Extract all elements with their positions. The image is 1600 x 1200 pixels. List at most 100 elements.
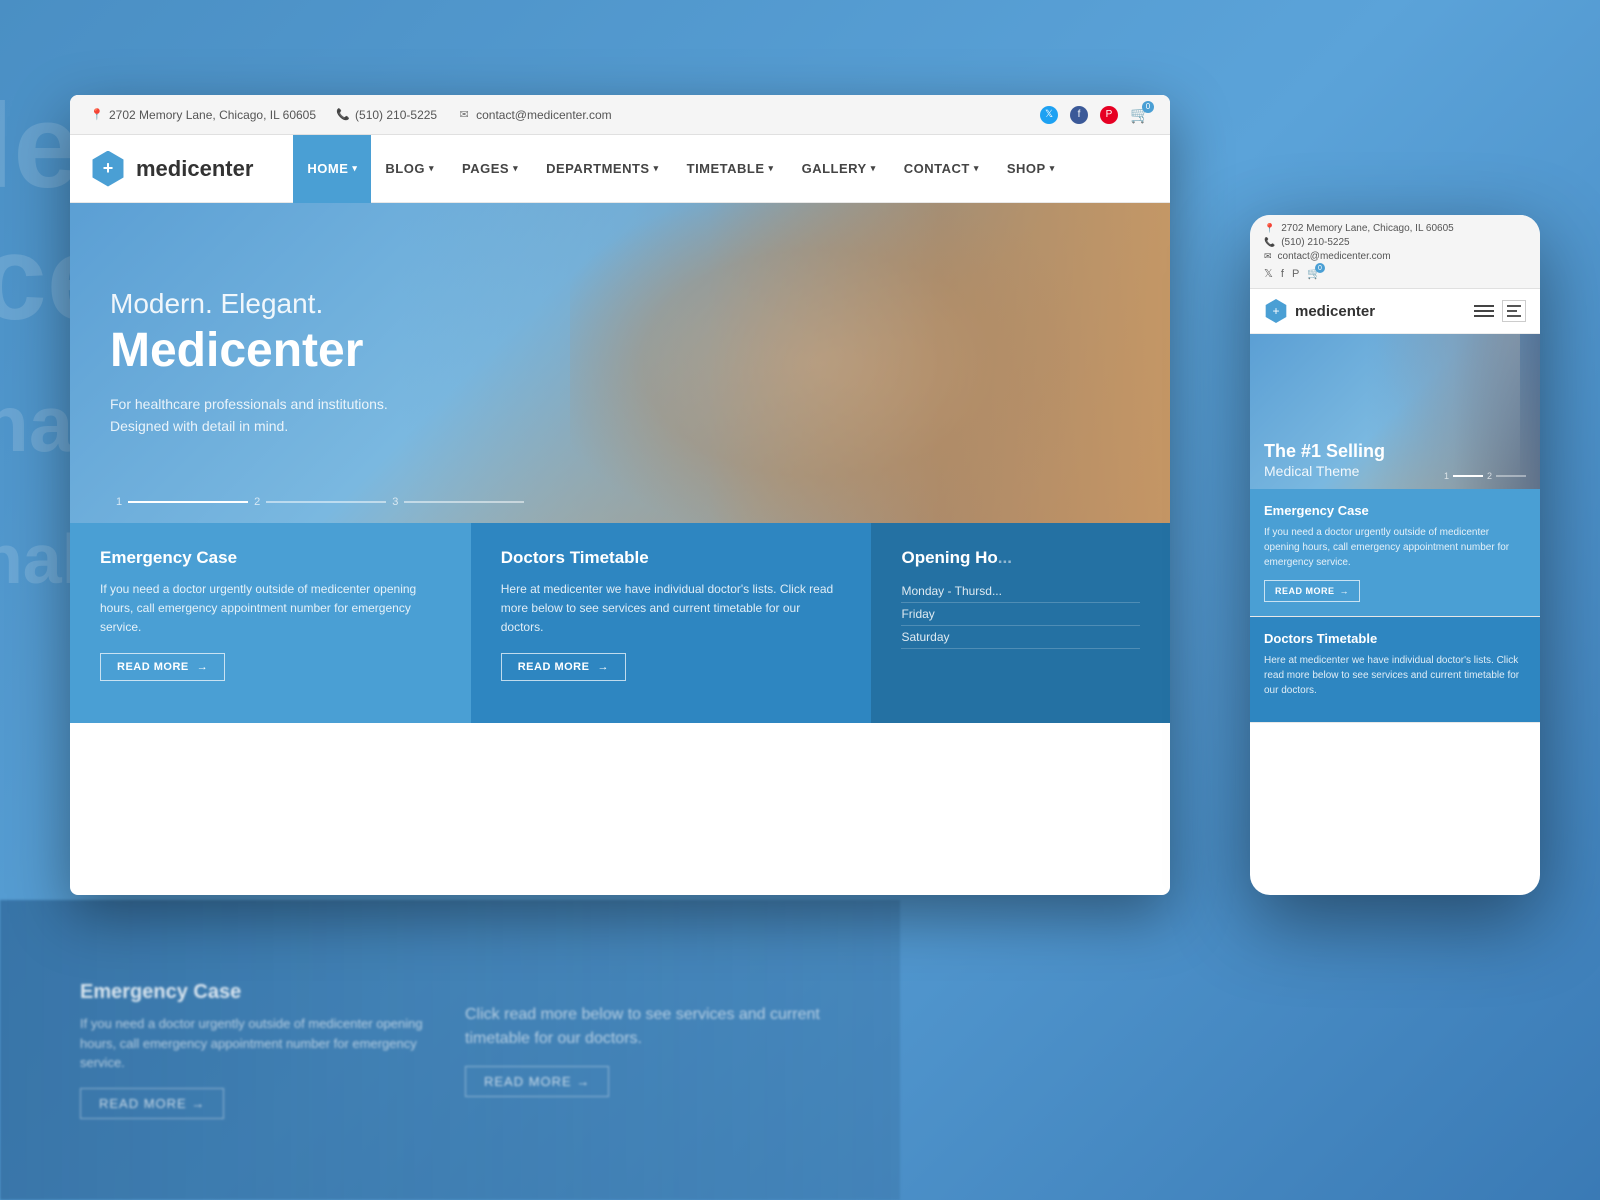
nav-arrow-blog: ▾ — [429, 163, 434, 174]
mobile-cart-icon[interactable]: 🛒 0 — [1307, 267, 1321, 280]
indicator-line-3 — [404, 501, 524, 503]
pinterest-icon[interactable]: P — [1100, 106, 1118, 124]
bg-card-1-title: Emergency Case — [80, 981, 435, 1004]
mobile-social-row: 𝕏 f P 🛒 0 — [1264, 267, 1526, 280]
nav-item-timetable[interactable]: TIMETABLE ▾ — [673, 135, 788, 203]
hamburger-line-3 — [1474, 315, 1494, 317]
mobile-hero-section: The #1 Selling Medical Theme 1 2 — [1250, 334, 1540, 489]
indicator-1: 1 — [110, 496, 128, 508]
nav-menu: HOME ▾ BLOG ▾ PAGES ▾ DEPARTMENTS ▾ TIME… — [293, 135, 1068, 203]
cart-icon[interactable]: 🛒 0 — [1130, 105, 1150, 125]
phone-item: 📞 (510) 210-5225 — [336, 108, 437, 122]
timetable-card: Doctors Timetable Here at medicenter we … — [471, 523, 872, 723]
navigation-bar: + medicenter HOME ▾ BLOG ▾ PAGES ▾ DEPAR… — [70, 135, 1170, 203]
nav-arrow-timetable: ▾ — [769, 163, 774, 174]
hero-section: Modern. Elegant. Medicenter For healthca… — [70, 203, 1170, 523]
filter-line-3 — [1507, 315, 1521, 317]
mobile-address-row: 📍 2702 Memory Lane, Chicago, IL 60605 — [1264, 223, 1526, 234]
hours-day-2: Friday — [901, 607, 934, 621]
m-indicator-num-2: 2 — [1487, 471, 1492, 481]
opening-hours-content: Monday - Thursd... Friday Saturday — [901, 580, 1140, 649]
filter-line-2 — [1507, 310, 1517, 312]
mobile-emergency-btn[interactable]: READ MORE → — [1264, 580, 1360, 602]
cards-section: Emergency Case If you need a doctor urge… — [70, 523, 1170, 723]
mobile-email: contact@medicenter.com — [1278, 251, 1391, 262]
nav-arrow-contact: ▾ — [974, 163, 979, 174]
nav-item-pages[interactable]: PAGES ▾ — [448, 135, 532, 203]
nav-item-gallery[interactable]: GALLERY ▾ — [788, 135, 890, 203]
bg-read-more-btn-2[interactable]: READ MORE → — [465, 1066, 609, 1097]
hours-day-3: Saturday — [901, 630, 949, 644]
nav-item-blog[interactable]: BLOG ▾ — [371, 135, 448, 203]
indicator-2: 2 — [248, 496, 266, 508]
mobile-timetable-title: Doctors Timetable — [1264, 631, 1526, 646]
twitter-icon[interactable]: 𝕏 — [1040, 106, 1058, 124]
mobile-twitter-icon[interactable]: 𝕏 — [1264, 267, 1273, 280]
address-text: 2702 Memory Lane, Chicago, IL 60605 — [109, 108, 316, 122]
desktop-browser-window: 📍 2702 Memory Lane, Chicago, IL 60605 📞 … — [70, 95, 1170, 895]
arrow-right-icon-2: → — [597, 661, 609, 673]
location-icon: 📍 — [90, 108, 104, 122]
nav-item-contact[interactable]: CONTACT ▾ — [890, 135, 993, 203]
hamburger-menu-button[interactable] — [1474, 305, 1494, 317]
nav-item-shop[interactable]: SHOP ▾ — [993, 135, 1069, 203]
emergency-card: Emergency Case If you need a doctor urge… — [70, 523, 471, 723]
nav-arrow-pages: ▾ — [513, 163, 518, 174]
hours-row-1: Monday - Thursd... — [901, 580, 1140, 603]
nav-arrow-shop: ▾ — [1050, 163, 1055, 174]
bg-read-more-btn-1[interactable]: READ MORE → — [80, 1088, 224, 1119]
mobile-hero-title: The #1 Selling — [1264, 441, 1385, 463]
timetable-card-title: Doctors Timetable — [501, 548, 842, 568]
facebook-icon[interactable]: f — [1070, 106, 1088, 124]
mobile-device: 📍 2702 Memory Lane, Chicago, IL 60605 📞 … — [1250, 215, 1540, 895]
bg-bottom-section: Emergency Case If you need a doctor urge… — [0, 900, 900, 1200]
phone-icon: 📞 — [336, 108, 350, 122]
nav-item-home[interactable]: HOME ▾ — [293, 135, 371, 203]
hamburger-line-1 — [1474, 305, 1494, 307]
timetable-read-more-btn[interactable]: READ MORE → — [501, 653, 626, 681]
mobile-emergency-title: Emergency Case — [1264, 503, 1526, 518]
mobile-phone-icon: 📞 — [1264, 237, 1275, 248]
hours-row-2: Friday — [901, 603, 1140, 626]
mobile-email-icon: ✉ — [1264, 251, 1272, 262]
social-links: 𝕏 f P 🛒 0 — [1040, 105, 1150, 125]
mobile-logo-icon: + — [1264, 299, 1288, 323]
hero-content: Modern. Elegant. Medicenter For healthca… — [70, 248, 428, 478]
mobile-timetable-text: Here at medicenter we have individual do… — [1264, 653, 1526, 698]
mobile-timetable-card: Doctors Timetable Here at medicenter we … — [1250, 617, 1540, 723]
opening-hours-card: Opening Ho... Monday - Thursd... Friday … — [871, 523, 1170, 723]
emergency-card-title: Emergency Case — [100, 548, 441, 568]
nav-arrow-gallery: ▾ — [871, 163, 876, 174]
emergency-read-more-btn[interactable]: READ MORE → — [100, 653, 225, 681]
arrow-right-icon: → — [197, 661, 209, 673]
indicator-line-2 — [266, 501, 386, 503]
m-indicator-1 — [1453, 475, 1483, 477]
email-text: contact@medicenter.com — [476, 108, 612, 122]
timetable-card-text: Here at medicenter we have individual do… — [501, 580, 842, 638]
mobile-emergency-card: Emergency Case If you need a doctor urge… — [1250, 489, 1540, 617]
mobile-email-row: ✉ contact@medicenter.com — [1264, 251, 1526, 262]
filter-line-1 — [1507, 305, 1521, 307]
phone-text: (510) 210-5225 — [355, 108, 437, 122]
mobile-facebook-icon[interactable]: f — [1281, 268, 1284, 280]
mobile-hero-indicators: 1 2 — [1444, 471, 1526, 481]
hero-indicators: 1 2 3 — [110, 496, 524, 508]
mobile-hero-subtitle: Medical Theme — [1264, 463, 1385, 479]
mobile-arrow-icon-1: → — [1340, 586, 1350, 596]
indicator-line-1 — [128, 501, 248, 503]
nav-item-departments[interactable]: DEPARTMENTS ▾ — [532, 135, 673, 203]
mobile-address: 2702 Memory Lane, Chicago, IL 60605 — [1281, 223, 1454, 234]
m-indicator-num-1: 1 — [1444, 471, 1449, 481]
emergency-card-text: If you need a doctor urgently outside of… — [100, 580, 441, 638]
mobile-logo-text: medicenter — [1295, 303, 1375, 320]
mobile-logo[interactable]: + medicenter — [1264, 299, 1375, 323]
nav-arrow-departments: ▾ — [654, 163, 659, 174]
hours-row-3: Saturday — [901, 626, 1140, 649]
mobile-pinterest-icon[interactable]: P — [1292, 268, 1299, 280]
mobile-phone-row: 📞 (510) 210-5225 — [1264, 237, 1526, 248]
nav-arrow-home: ▾ — [352, 163, 357, 174]
email-item: ✉ contact@medicenter.com — [457, 108, 612, 122]
logo[interactable]: + medicenter — [90, 151, 253, 187]
bg-bottom-card-2: Click read more below to see services an… — [465, 1003, 820, 1097]
filter-icon-button[interactable] — [1502, 300, 1526, 322]
